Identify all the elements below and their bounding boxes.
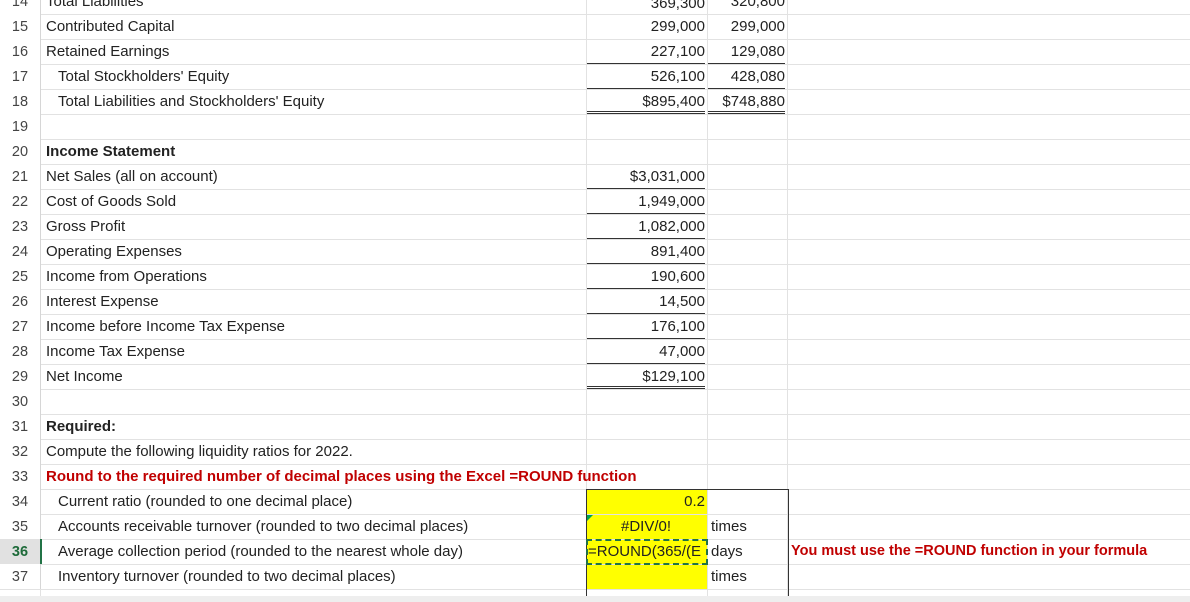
row-header[interactable]: 28 <box>0 339 41 364</box>
cell-label[interactable]: Total Stockholders' Equity <box>58 64 578 89</box>
row-header[interactable]: 17 <box>0 64 41 89</box>
row-header[interactable]: 16 <box>0 39 41 64</box>
answer-cell[interactable]: #DIV/0! <box>587 514 705 539</box>
row-header[interactable]: 15 <box>0 14 41 39</box>
cell-label[interactable]: Income from Operations <box>46 264 576 289</box>
row-header[interactable]: 26 <box>0 289 41 314</box>
cell-value[interactable]: 1,082,000 <box>587 214 705 239</box>
cell-label[interactable]: Net Income <box>46 364 576 389</box>
instruction-text[interactable]: Compute the following liquidity ratios f… <box>46 439 646 464</box>
cell-value[interactable]: 320,800 <box>708 0 785 14</box>
cell-label[interactable]: Income Tax Expense <box>46 339 576 364</box>
row-header[interactable]: 33 <box>0 464 41 489</box>
row-header[interactable]: 35 <box>0 514 41 539</box>
row-header[interactable]: 30 <box>0 389 41 414</box>
row-header[interactable]: 22 <box>0 189 41 214</box>
cell-label[interactable]: Net Sales (all on account) <box>46 164 576 189</box>
row-header[interactable]: 37 <box>0 564 41 589</box>
cell-label[interactable] <box>46 389 576 414</box>
row-header-active[interactable]: 36 <box>0 539 42 564</box>
cell-value[interactable]: 176,100 <box>587 314 705 339</box>
row-header[interactable]: 20 <box>0 139 41 164</box>
cell-value[interactable]: $129,100 <box>587 364 705 389</box>
row-header[interactable]: 32 <box>0 439 41 464</box>
cell-value[interactable]: 891,400 <box>587 239 705 264</box>
cell-value[interactable]: 227,100 <box>587 39 705 64</box>
row-header[interactable]: 29 <box>0 364 41 389</box>
cell-value[interactable]: 190,600 <box>587 264 705 289</box>
cell-value[interactable]: $3,031,000 <box>587 164 705 189</box>
required-heading[interactable]: Required: <box>46 414 576 439</box>
row-header[interactable]: 19 <box>0 114 41 139</box>
unit-label[interactable]: times <box>711 514 785 539</box>
cell-value[interactable]: 299,000 <box>587 14 705 39</box>
cell-value[interactable]: 428,080 <box>708 64 785 89</box>
cell-label[interactable]: Operating Expenses <box>46 239 576 264</box>
cell-label[interactable] <box>46 114 576 139</box>
cell-value[interactable]: 1,949,000 <box>587 189 705 214</box>
unit-label[interactable]: days <box>711 539 785 564</box>
cell-value[interactable]: 526,100 <box>587 64 705 89</box>
cell-value[interactable]: 299,000 <box>708 14 785 39</box>
cell-value[interactable]: $748,880 <box>708 89 785 114</box>
row-header[interactable]: 14 <box>0 0 41 14</box>
ratio-label[interactable]: Current ratio (rounded to one decimal pl… <box>58 489 578 514</box>
cell-value[interactable]: 14,500 <box>587 289 705 314</box>
cell-label[interactable]: Gross Profit <box>46 214 576 239</box>
unit-label[interactable]: times <box>711 564 785 589</box>
row-header[interactable]: 18 <box>0 89 41 114</box>
cell-value[interactable]: 129,080 <box>708 39 785 64</box>
cell-label[interactable]: Contributed Capital <box>46 14 576 39</box>
row-header[interactable]: 27 <box>0 314 41 339</box>
cell-value[interactable]: $895,400 <box>587 89 705 114</box>
row-header[interactable]: 24 <box>0 239 41 264</box>
ratio-label[interactable]: Accounts receivable turnover (rounded to… <box>58 514 578 539</box>
rounding-instruction[interactable]: Round to the required number of decimal … <box>46 464 686 489</box>
row-header[interactable]: 23 <box>0 214 41 239</box>
cell-label[interactable]: Total Liabilities <box>46 0 576 14</box>
cell-label[interactable]: Income before Income Tax Expense <box>46 314 576 339</box>
answer-cell[interactable]: 0.2 <box>587 489 705 514</box>
answer-cell[interactable] <box>587 564 705 589</box>
section-heading[interactable]: Income Statement <box>46 139 576 164</box>
cell-value[interactable]: 47,000 <box>587 339 705 364</box>
ratio-label[interactable]: Inventory turnover (rounded to two decim… <box>58 564 578 589</box>
row-header[interactable]: 21 <box>0 164 41 189</box>
formula-note[interactable]: You must use the =ROUND function in your… <box>791 539 1187 564</box>
active-cell-selection[interactable] <box>586 539 708 565</box>
cell-label[interactable]: Interest Expense <box>46 289 576 314</box>
ratio-label[interactable]: Average collection period (rounded to th… <box>58 539 578 564</box>
row-header[interactable]: 25 <box>0 264 41 289</box>
row-header[interactable]: 34 <box>0 489 41 514</box>
cell-label[interactable]: Retained Earnings <box>46 39 576 64</box>
row-header[interactable]: 31 <box>0 414 41 439</box>
horizontal-scrollbar[interactable] <box>0 596 1190 602</box>
cell-label[interactable]: Cost of Goods Sold <box>46 189 576 214</box>
cell-label[interactable]: Total Liabilities and Stockholders' Equi… <box>58 89 578 114</box>
